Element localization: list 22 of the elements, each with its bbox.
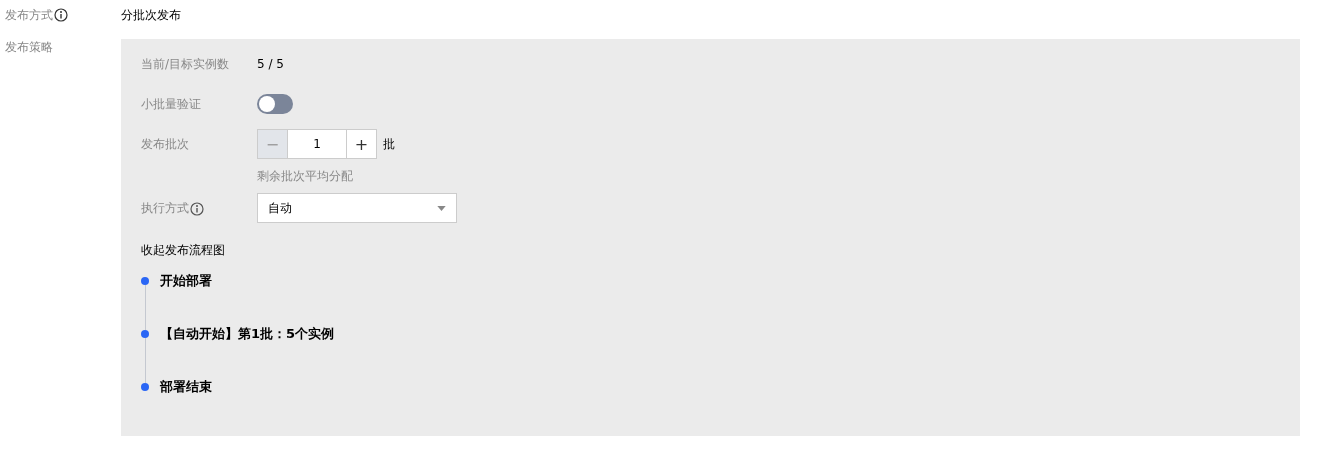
field-label: 发布批次 <box>141 135 190 153</box>
step-label: 部署结束 <box>160 378 212 396</box>
field-label: 发布策略 <box>5 39 53 55</box>
timeline-dot <box>141 277 149 285</box>
step-label: 【自动开始】第1批：5个实例 <box>160 325 335 343</box>
timeline-dot <box>141 383 149 391</box>
toggle-switch[interactable] <box>257 94 293 114</box>
field-label: 发布方式 <box>5 7 53 23</box>
collapse-link[interactable]: 收起发布流程图 <box>141 242 225 258</box>
field-value: 5 / 5 <box>257 57 284 71</box>
info-icon[interactable] <box>54 8 68 22</box>
timeline-dot <box>141 330 149 338</box>
field-label: 小批量验证 <box>141 95 202 113</box>
caret-icon <box>437 205 446 211</box>
hint-text: 剩余批次平均分配 <box>257 168 354 184</box>
select-dropdown[interactable]: 自动 <box>257 193 457 223</box>
info-icon[interactable] <box>190 201 204 216</box>
unit-label: 批 <box>383 135 395 153</box>
field-label: 当前/目标实例数 <box>141 55 231 73</box>
step-label: 开始部署 <box>160 272 212 290</box>
field-value: 分批次发布 <box>121 7 181 24</box>
field-label: 执行方式 <box>141 199 189 217</box>
